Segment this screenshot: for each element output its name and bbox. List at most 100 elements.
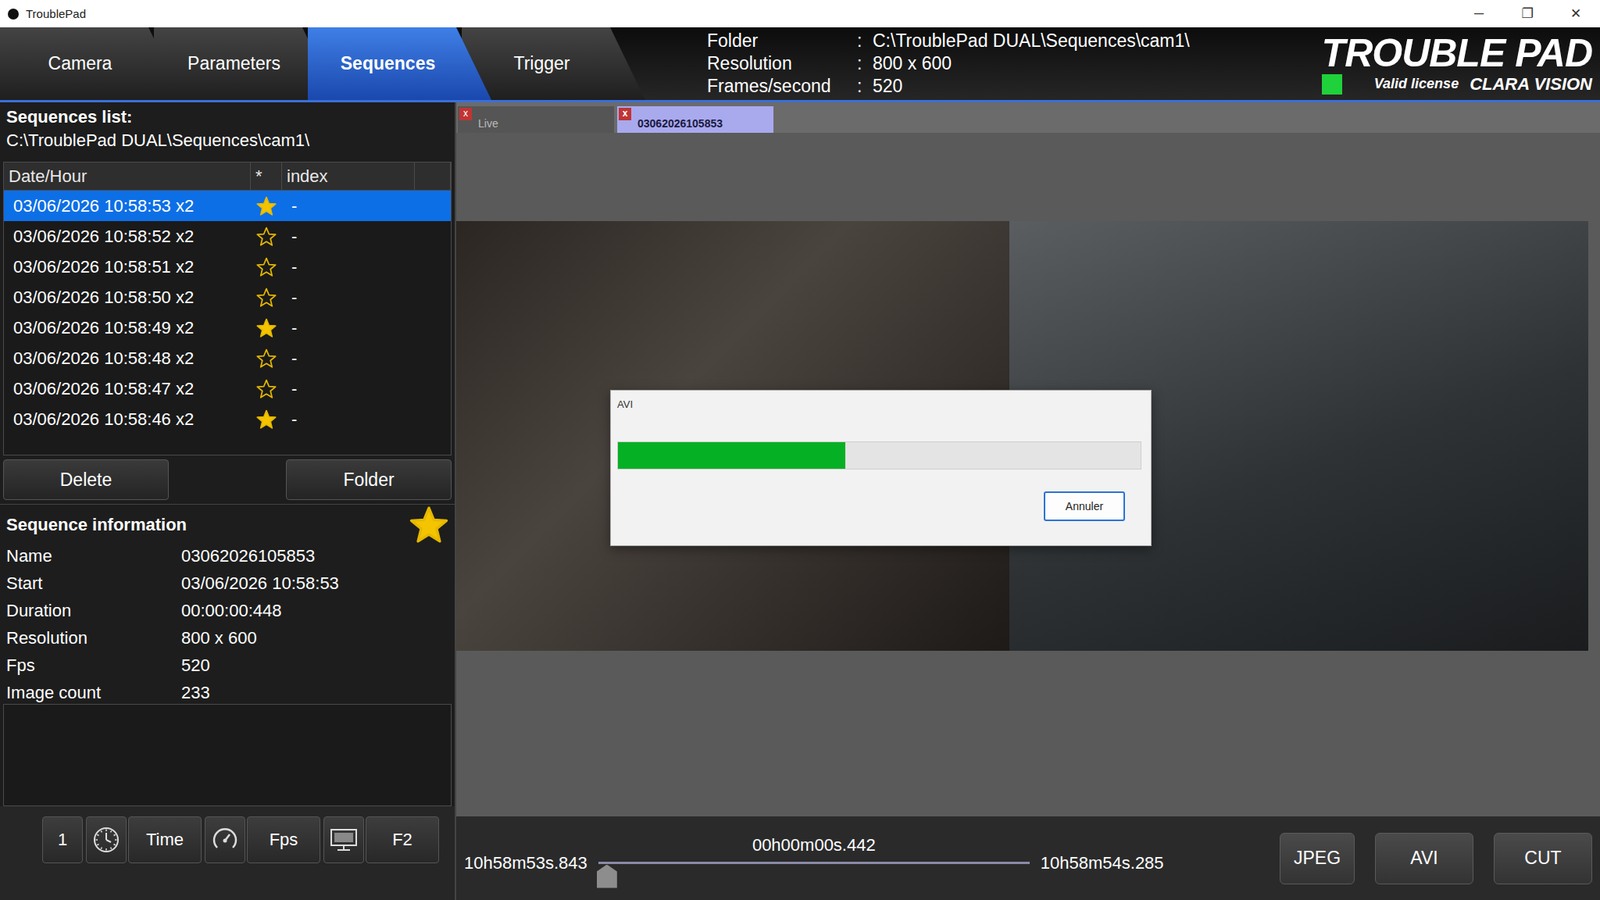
star-cell: [250, 403, 283, 435]
column-header[interactable]: index: [282, 162, 415, 190]
date-cell: 03/06/2026 10:58:50 x2: [3, 282, 251, 313]
tool-button[interactable]: F2: [365, 816, 440, 864]
info-separator: :: [857, 53, 873, 75]
column-header[interactable]: *: [250, 162, 283, 190]
field-label: Name: [6, 542, 182, 570]
header: CameraParametersSequencesTriggerFolder:C…: [0, 27, 1600, 103]
star-cell: [250, 312, 283, 343]
title-bar: TroublePad ─❐✕: [0, 0, 1600, 28]
monitor-icon: [328, 825, 359, 854]
viewer-tab[interactable]: xLive: [457, 106, 615, 133]
tool-button[interactable]: Fps: [246, 816, 321, 864]
date-cell: 03/06/2026 10:58:52 x2: [3, 221, 251, 252]
date-cell: 03/06/2026 10:58:53 x2: [3, 190, 251, 222]
export-button[interactable]: AVI: [1375, 832, 1474, 885]
date-cell: 03/06/2026 10:58:46 x2: [3, 403, 251, 435]
field-value: 03/06/2026 10:58:53: [181, 569, 449, 597]
table-row[interactable]: 03/06/2026 10:58:50 x2-: [3, 282, 451, 313]
table-row[interactable]: 03/06/2026 10:58:53 x2-: [3, 190, 451, 222]
star-icon[interactable]: [256, 226, 277, 247]
star-cell: [250, 342, 283, 374]
date-cell: 03/06/2026 10:58:48 x2: [3, 342, 251, 374]
table-header: Date/Hour*index: [3, 162, 451, 191]
date-cell: 03/06/2026 10:58:49 x2: [3, 312, 251, 343]
sequences-path: C:\TroublePad DUAL\Sequences\cam1\: [6, 130, 449, 151]
main-tab[interactable]: Trigger: [461, 27, 646, 100]
index-cell: -: [282, 312, 415, 343]
star-icon[interactable]: [256, 409, 277, 430]
viewer: AVI Annuler: [456, 132, 1600, 817]
index-cell: -: [282, 190, 415, 222]
tool-group: F2: [323, 816, 440, 864]
window-control[interactable]: ─: [1454, 6, 1504, 22]
close-tab-button[interactable]: x: [459, 107, 472, 121]
field-label: Image count: [6, 678, 182, 707]
star-icon[interactable]: [256, 317, 277, 339]
dialog-title: AVI: [617, 398, 1145, 411]
clock-icon: [92, 825, 121, 854]
date-cell: 03/06/2026 10:58:51 x2: [3, 251, 251, 283]
progress-bar: [617, 441, 1142, 470]
field-value: 233: [181, 678, 449, 707]
field-value: 800 x 600: [181, 624, 449, 652]
index-cell: -: [282, 342, 415, 374]
app-icon: [7, 8, 19, 20]
column-header[interactable]: Date/Hour: [3, 162, 251, 190]
info-label: Resolution: [707, 53, 858, 75]
star-cell: [250, 190, 283, 222]
delete-button[interactable]: Delete: [3, 459, 169, 500]
cancel-button[interactable]: Annuler: [1043, 491, 1125, 522]
field-value: 03062026105853: [181, 542, 449, 570]
tool-icon-button[interactable]: [85, 816, 127, 864]
gauge-icon: [210, 825, 240, 854]
export-button[interactable]: JPEG: [1279, 832, 1355, 885]
table-row[interactable]: 03/06/2026 10:58:52 x2-: [3, 221, 451, 252]
window-title: TroublePad: [25, 7, 86, 21]
index-cell: -: [282, 282, 415, 313]
info-separator: :: [857, 75, 873, 97]
star-cell: [250, 221, 283, 252]
export-button[interactable]: CUT: [1493, 832, 1593, 885]
folder-button[interactable]: Folder: [285, 459, 452, 500]
tool-icon-button[interactable]: [323, 816, 365, 864]
window-control[interactable]: ✕: [1551, 5, 1600, 22]
field-label: Duration: [6, 596, 182, 625]
info-value: C:\TroublePad DUAL\Sequences\cam1\: [872, 30, 1190, 52]
close-tab-button[interactable]: x: [618, 107, 632, 121]
logo: TROUBLE PADValid licenseCLARA VISION: [1321, 27, 1600, 100]
duration: 00h00m00s.442: [752, 835, 876, 856]
app-window: TroublePad ─❐✕ CameraParametersSequencesTr…: [0, 0, 1600, 900]
sequences-header: Sequences list:C:\TroublePad DUAL\Sequen…: [0, 102, 455, 161]
star-icon[interactable]: [256, 348, 277, 369]
viewer-tab[interactable]: x03062026105853: [617, 106, 774, 133]
tool-group: Fps: [204, 816, 321, 864]
license-text: Valid license: [1374, 75, 1459, 93]
slider-thumb[interactable]: [596, 864, 618, 889]
tool-icon-button[interactable]: [204, 816, 246, 864]
table-row[interactable]: 03/06/2026 10:58:51 x2-: [3, 251, 451, 283]
timeline-slider[interactable]: [598, 858, 1030, 883]
sequences-label: Sequences list:: [6, 107, 449, 128]
favorite-star-icon[interactable]: [409, 505, 449, 545]
star-icon[interactable]: [256, 378, 277, 400]
camera-number-button[interactable]: 1: [42, 816, 83, 864]
field-label: Start: [6, 569, 182, 597]
timeline-bar: 10h58m53s.84300h00m00s.44210h58m54s.285J…: [456, 816, 1600, 900]
tool-button[interactable]: Time: [128, 816, 202, 864]
info-title: Sequence information: [6, 514, 187, 536]
column-header-filler: [414, 162, 451, 190]
field-value: 520: [181, 651, 449, 679]
star-cell: [250, 373, 283, 404]
star-icon[interactable]: [256, 196, 277, 217]
date-cell: 03/06/2026 10:58:47 x2: [3, 373, 251, 404]
header-info: Folder:C:\TroublePad DUAL\Sequences\cam1…: [707, 27, 1190, 100]
table-row[interactable]: 03/06/2026 10:58:49 x2-: [3, 312, 451, 343]
table-row[interactable]: 03/06/2026 10:58:48 x2-: [3, 342, 451, 374]
star-icon[interactable]: [256, 257, 277, 278]
window-control[interactable]: ❐: [1503, 5, 1552, 22]
star-icon[interactable]: [256, 287, 277, 308]
table-row[interactable]: 03/06/2026 10:58:46 x2-: [3, 403, 451, 435]
index-cell: -: [282, 373, 415, 404]
table-row[interactable]: 03/06/2026 10:58:47 x2-: [3, 373, 451, 404]
index-cell: -: [282, 403, 415, 435]
